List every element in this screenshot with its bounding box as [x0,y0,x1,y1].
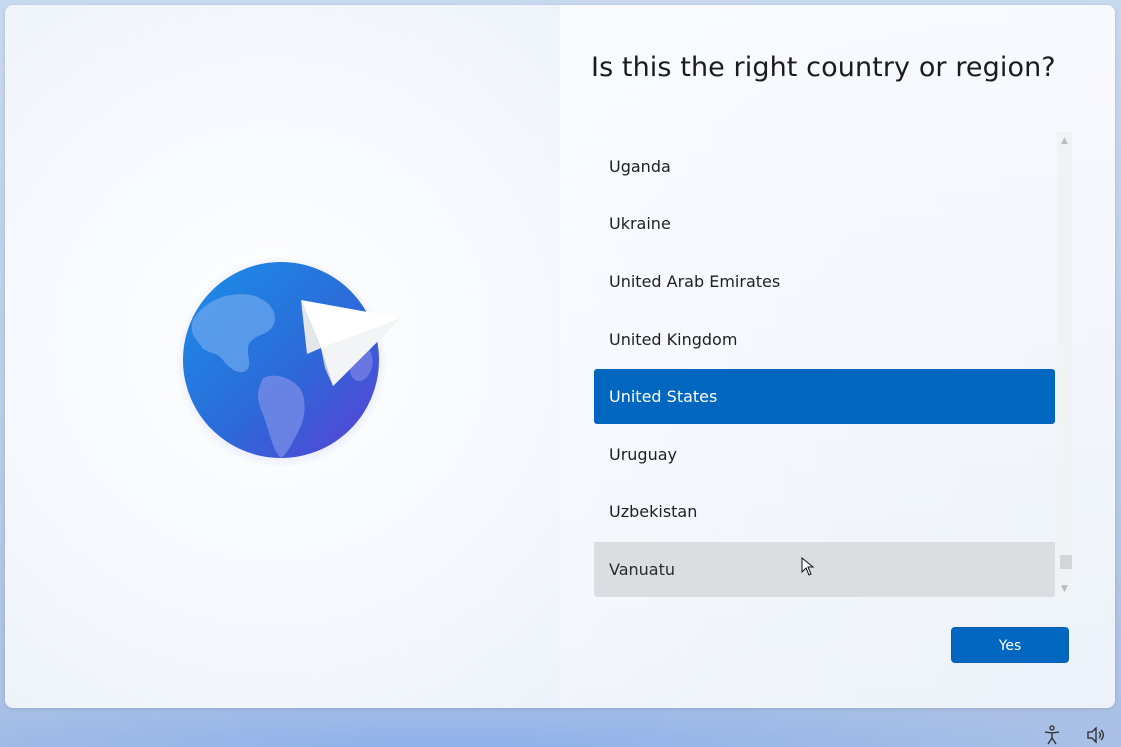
yes-button[interactable]: Yes [951,627,1069,663]
country-list[interactable]: Uganda Ukraine United Arab Emirates Unit… [594,132,1055,597]
volume-icon[interactable] [1085,724,1107,746]
globe-with-paper-plane-icon [175,250,415,470]
accessibility-icon[interactable] [1041,724,1063,746]
scroll-up-arrow-icon[interactable]: ▲ [1057,134,1072,148]
list-item-united-arab-emirates[interactable]: United Arab Emirates [594,254,1055,309]
list-item-vanuatu[interactable]: Vanuatu [594,542,1055,597]
list-item-ukraine[interactable]: Ukraine [594,196,1055,251]
list-item-uganda[interactable]: Uganda [594,139,1055,194]
list-item-uruguay[interactable]: Uruguay [594,427,1055,482]
scroll-down-arrow-icon[interactable]: ▼ [1057,582,1072,596]
list-item-uzbekistan[interactable]: Uzbekistan [594,484,1055,539]
list-item-united-kingdom[interactable]: United Kingdom [594,312,1055,367]
page-title: Is this the right country or region? [591,52,1056,83]
list-item-united-states[interactable]: United States [594,369,1055,424]
mouse-pointer-icon [801,556,815,577]
scroll-thumb[interactable] [1060,555,1072,569]
list-scrollbar[interactable]: ▲ ▼ [1057,132,1072,598]
